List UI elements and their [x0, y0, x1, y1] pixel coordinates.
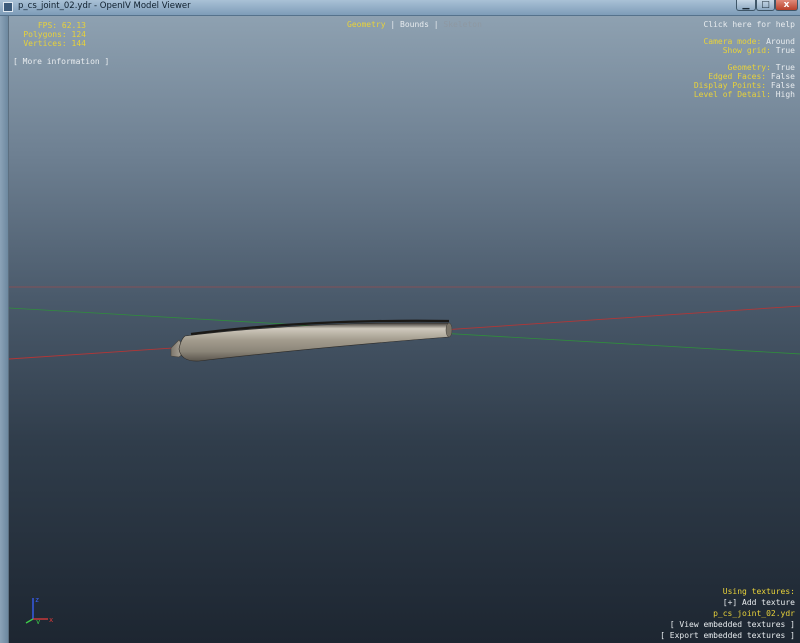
export-embedded-textures-link[interactable]: [ Export embedded textures ]	[660, 631, 795, 640]
close-button[interactable]: x	[775, 0, 798, 11]
edged-faces-value: False	[770, 72, 795, 81]
edged-faces-label: Edged Faces:	[708, 72, 767, 81]
maximize-button[interactable]: □	[756, 0, 775, 11]
fps-label: FPS:	[37, 21, 58, 30]
texture-file-name[interactable]: p_cs_joint_02.ydr	[660, 609, 795, 618]
tab-bounds[interactable]: Bounds	[400, 20, 429, 29]
more-information-link[interactable]: [ More information ]	[13, 57, 109, 66]
edged-faces-setting[interactable]: Edged Faces: False	[694, 72, 795, 81]
show-grid-value: True	[775, 46, 795, 55]
show-grid-setting[interactable]: Show grid: True	[703, 46, 795, 55]
lod-value: High	[775, 90, 795, 99]
3d-viewport[interactable]: FPS: 62.13 Polygons: 124 Vertices: 144 […	[8, 16, 800, 643]
polygons-value: 124	[71, 30, 86, 39]
gizmo-z-label: z	[35, 596, 39, 604]
display-points-label: Display Points:	[693, 81, 767, 90]
tab-separator: |	[433, 20, 439, 29]
geometry-label: Geometry:	[727, 63, 771, 72]
camera-mode-label: Camera mode:	[703, 37, 762, 46]
camera-mode-setting[interactable]: Camera mode: Around	[703, 37, 795, 46]
vertices-value: 144	[71, 39, 86, 48]
window-title: p_cs_joint_02.ydr - OpenIV Model Viewer	[18, 1, 191, 11]
view-tabs: Geometry | Bounds | Skeleton	[347, 20, 482, 29]
minimize-button[interactable]: ▁	[736, 0, 756, 11]
window-frame-left	[0, 16, 8, 643]
scene-canvas	[9, 286, 800, 362]
rolled-joint-model[interactable]	[170, 319, 453, 362]
camera-mode-value: Around	[766, 37, 795, 46]
render-settings: Geometry: True Edged Faces: False Displa…	[694, 63, 795, 99]
geometry-value: True	[775, 63, 795, 72]
help-link[interactable]: Click here for help	[703, 20, 795, 29]
vertices-label: Vertices:	[23, 39, 67, 48]
gizmo-y-axis	[25, 618, 34, 624]
textures-heading: Using textures:	[722, 587, 795, 596]
tab-separator: |	[390, 20, 396, 29]
camera-settings: Camera mode: Around Show grid: True	[703, 37, 795, 55]
show-grid-label: Show grid:	[722, 46, 771, 55]
gizmo-x-label: x	[49, 616, 53, 624]
geometry-setting[interactable]: Geometry: True	[694, 63, 795, 72]
tab-skeleton: Skeleton	[443, 20, 482, 29]
stats-panel: FPS: 62.13 Polygons: 124 Vertices: 144	[9, 21, 86, 48]
textures-panel: Using textures: [+] Add texture p_cs_joi…	[660, 587, 795, 642]
add-texture-link[interactable]: [+] Add texture	[660, 598, 795, 607]
display-points-value: False	[770, 81, 795, 90]
axis-gizmo: z x y	[25, 596, 53, 624]
lod-label: Level of Detail:	[693, 90, 771, 99]
fps-value: 62.13	[61, 21, 86, 30]
model-viewer-window: p_cs_joint_02.ydr - OpenIV Model Viewer …	[0, 0, 800, 643]
gizmo-y-label: y	[36, 618, 40, 624]
display-points-setting[interactable]: Display Points: False	[694, 81, 795, 90]
title-bar[interactable]: p_cs_joint_02.ydr - OpenIV Model Viewer …	[0, 0, 800, 16]
polygons-label: Polygons:	[23, 30, 67, 39]
view-embedded-textures-link[interactable]: [ View embedded textures ]	[660, 620, 795, 629]
app-icon	[3, 2, 13, 12]
level-of-detail-setting[interactable]: Level of Detail: High	[694, 90, 795, 99]
tab-geometry[interactable]: Geometry	[347, 20, 386, 29]
